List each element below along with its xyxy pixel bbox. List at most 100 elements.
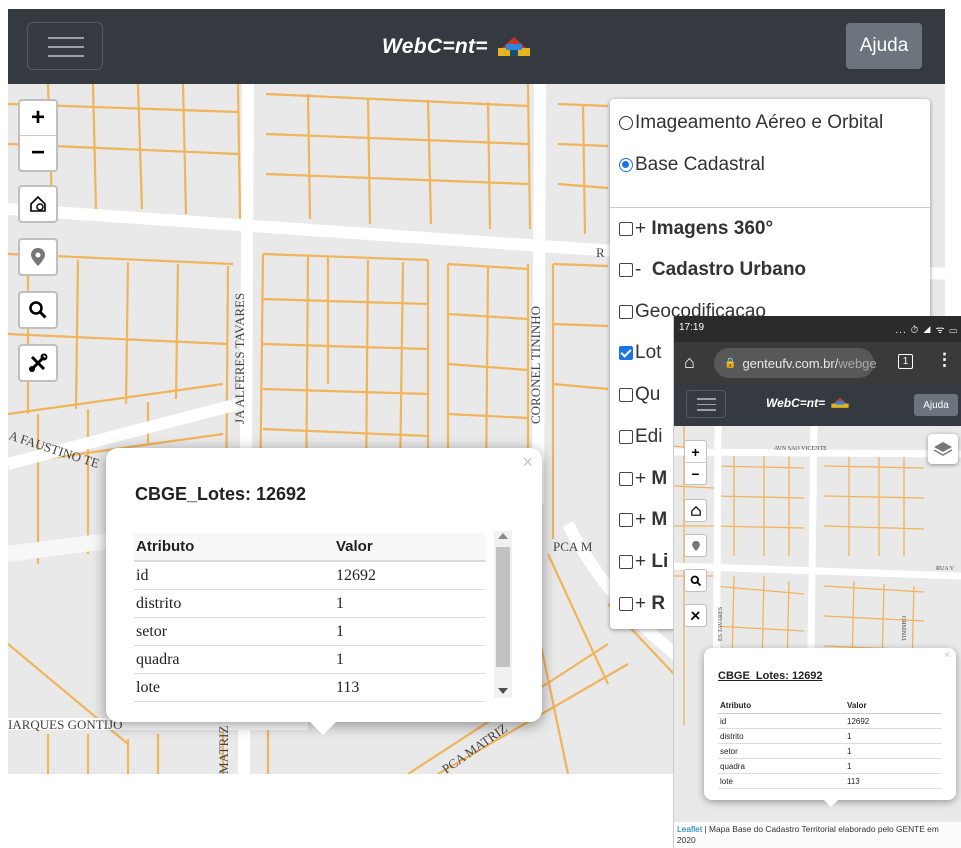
- table-row: quadra 1: [718, 758, 942, 774]
- checkbox[interactable]: [619, 555, 633, 569]
- overlay-group-li[interactable]: + Li: [619, 551, 668, 573]
- overlay-quadras[interactable]: Qu: [619, 384, 660, 406]
- mobile-locate-button[interactable]: [685, 535, 706, 556]
- mobile-screenshot: 17:19 ... ⏱ ◢ ᯤ ▭ ⌂ 🔒 genteufv.com.br/we…: [673, 316, 961, 848]
- map-attribution: Leaflet | Mapa Base do Cadastro Territor…: [674, 822, 961, 848]
- checkbox-checked[interactable]: [619, 346, 633, 360]
- mobile-attribute-table: Atributo Valor id 12692 distrito 1 setor 1 …: [718, 698, 942, 789]
- home-icon[interactable]: ⌂: [684, 352, 695, 373]
- scroll-thumb[interactable]: [496, 547, 510, 667]
- mobile-zoom-out-button[interactable]: −: [685, 462, 706, 484]
- menu-toggle-button[interactable]: [27, 22, 103, 70]
- column-header: Valor: [334, 533, 486, 562]
- zoom-in-button[interactable]: +: [20, 101, 56, 135]
- street-label-pca-m: PCA M: [553, 539, 593, 554]
- overlay-label: Cadastro Urbano: [651, 259, 807, 280]
- browser-toolbar: ⌂ 🔒 genteufv.com.br/webge 1 ⋮: [674, 342, 961, 384]
- column-header: Atributo: [718, 698, 845, 714]
- home-location-button[interactable]: [20, 187, 56, 221]
- checkbox[interactable]: [619, 597, 633, 611]
- zoom-out-button[interactable]: −: [20, 135, 56, 170]
- help-button[interactable]: Ajuda: [846, 23, 922, 69]
- overlay-group-m1[interactable]: + M: [619, 468, 667, 490]
- overlay-label: Li: [651, 551, 669, 572]
- brand-text: WebC=nt=: [766, 396, 826, 410]
- scroll-down-arrow-icon[interactable]: [498, 688, 508, 694]
- home-pin-icon: [30, 195, 46, 212]
- locate-button[interactable]: [20, 240, 56, 274]
- mobile-locate-control: [684, 534, 707, 557]
- tools-button[interactable]: [20, 346, 56, 380]
- overlay-group-r[interactable]: + R: [619, 593, 665, 615]
- value-cell: 1: [334, 645, 486, 674]
- overlay-label: M: [651, 468, 668, 489]
- base-layer-label: Base Cadastral: [635, 154, 765, 175]
- url-path: webge: [838, 355, 877, 371]
- feature-info-popup: × CBGE_Lotes: 12692 Atributo Valor id 126…: [106, 448, 542, 722]
- address-bar[interactable]: 🔒 genteufv.com.br/webge: [714, 348, 877, 378]
- status-time: 17:19: [679, 322, 705, 333]
- search-icon: [29, 301, 47, 319]
- popup-close-button[interactable]: ×: [522, 452, 533, 473]
- more-menu-icon[interactable]: ⋮: [936, 350, 953, 370]
- radio-base-cadastral[interactable]: [619, 158, 633, 172]
- search-control: [18, 291, 58, 329]
- mobile-popup-close-button[interactable]: ×: [944, 650, 950, 661]
- overlay-edificacoes[interactable]: Edi: [619, 426, 662, 448]
- overlay-label: Imagens 360°: [651, 218, 774, 239]
- popup-title: CBGE_Lotes: 12692: [135, 484, 307, 504]
- popup-scrollbar[interactable]: [494, 531, 512, 698]
- table-row: id 12692: [134, 561, 486, 590]
- collapse-toggle[interactable]: -: [635, 259, 641, 281]
- popup-tip: [310, 722, 336, 735]
- street-label-sao-vicente: AVN SAO VICENTE: [774, 446, 827, 452]
- table-row: distrito 1: [718, 728, 942, 744]
- mobile-layers-button[interactable]: [928, 434, 958, 464]
- overlay-group-m2[interactable]: + M: [619, 509, 667, 531]
- value-cell: 12692: [845, 713, 942, 729]
- expand-toggle[interactable]: +: [635, 218, 646, 240]
- value-cell: 1: [334, 589, 486, 618]
- attribute-cell: distrito: [718, 728, 845, 744]
- tab-count-button[interactable]: 1: [898, 354, 913, 369]
- checkbox[interactable]: [619, 305, 633, 319]
- base-layer-imageamento[interactable]: Imageamento Aéreo e Orbital: [619, 112, 883, 134]
- checkbox[interactable]: [619, 513, 633, 527]
- overlay-imagens-360[interactable]: + Imagens 360°: [619, 218, 773, 240]
- mobile-zoom-control: + −: [684, 440, 707, 485]
- zoom-control: + −: [18, 99, 58, 172]
- checkbox[interactable]: [619, 472, 633, 486]
- mobile-zoom-in-button[interactable]: +: [685, 441, 706, 462]
- mobile-help-button[interactable]: Ajuda: [914, 394, 958, 416]
- expand-toggle[interactable]: +: [635, 509, 646, 531]
- street-label-rua-v: RUA V: [936, 566, 955, 572]
- tools-icon: [29, 353, 48, 372]
- mobile-menu-toggle[interactable]: [686, 390, 726, 418]
- base-layer-base-cadastral[interactable]: Base Cadastral: [619, 154, 765, 176]
- mobile-map[interactable]: AVN SAO VICENTE RUA V ES TAVARES TININHO…: [674, 426, 961, 848]
- expand-toggle[interactable]: +: [635, 593, 646, 615]
- mobile-home-button[interactable]: [685, 500, 706, 521]
- table-row: distrito 1: [134, 589, 486, 618]
- leaflet-link[interactable]: Leaflet: [677, 824, 702, 834]
- expand-toggle[interactable]: +: [635, 468, 646, 490]
- overlay-lotes[interactable]: Lot: [619, 342, 661, 364]
- radio-imageamento[interactable]: [619, 116, 633, 130]
- checkbox[interactable]: [619, 388, 633, 402]
- checkbox[interactable]: [619, 263, 633, 277]
- mobile-navbar: WebC=nt= Ajuda: [674, 384, 961, 426]
- overlay-cadastro-urbano[interactable]: - Cadastro Urbano: [619, 259, 806, 281]
- table-row: setor 1: [718, 743, 942, 759]
- scroll-up-arrow-icon[interactable]: [498, 533, 508, 539]
- value-cell: 12692: [334, 561, 486, 590]
- checkbox[interactable]: [619, 222, 633, 236]
- overlay-label: Lot: [635, 342, 662, 363]
- mobile-search-button[interactable]: [685, 570, 706, 591]
- mobile-tools-button[interactable]: [685, 605, 706, 626]
- checkbox[interactable]: [619, 430, 633, 444]
- expand-toggle[interactable]: +: [635, 551, 646, 573]
- search-button[interactable]: [20, 293, 56, 327]
- value-cell: 1: [845, 743, 942, 759]
- brand-text: WebC=nt=: [382, 35, 488, 58]
- layers-icon: [933, 442, 953, 456]
